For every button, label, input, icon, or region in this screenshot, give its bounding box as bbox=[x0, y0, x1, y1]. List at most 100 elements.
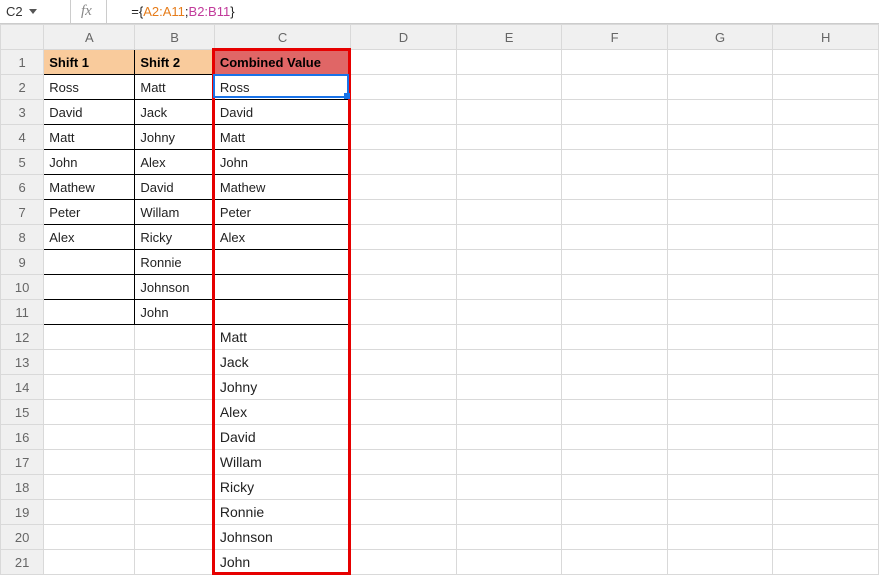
cell-B9[interactable]: Ronnie bbox=[135, 250, 214, 275]
column-header-F[interactable]: F bbox=[562, 25, 668, 50]
cell-G4[interactable] bbox=[667, 125, 773, 150]
cell-E6[interactable] bbox=[456, 175, 562, 200]
cell-F16[interactable] bbox=[562, 425, 668, 450]
cell-D5[interactable] bbox=[351, 150, 457, 175]
row-header-6[interactable]: 6 bbox=[1, 175, 44, 200]
cell-B8[interactable]: Ricky bbox=[135, 225, 214, 250]
cell-D19[interactable] bbox=[351, 500, 457, 525]
cell-B11[interactable]: John bbox=[135, 300, 214, 325]
cell-C21[interactable]: John bbox=[214, 550, 350, 575]
cell-E19[interactable] bbox=[456, 500, 562, 525]
cell-A7[interactable]: Peter bbox=[44, 200, 135, 225]
cell-G8[interactable] bbox=[667, 225, 773, 250]
cell-A14[interactable] bbox=[44, 375, 135, 400]
cell-B6[interactable]: David bbox=[135, 175, 214, 200]
row-header-2[interactable]: 2 bbox=[1, 75, 44, 100]
cell-D18[interactable] bbox=[351, 475, 457, 500]
column-header-C[interactable]: C bbox=[214, 25, 350, 50]
cell-E21[interactable] bbox=[456, 550, 562, 575]
column-header-B[interactable]: B bbox=[135, 25, 214, 50]
cell-H17[interactable] bbox=[773, 450, 879, 475]
cell-C12[interactable]: Matt bbox=[214, 325, 350, 350]
cell-E17[interactable] bbox=[456, 450, 562, 475]
cell-A9[interactable] bbox=[44, 250, 135, 275]
dropdown-arrow-icon[interactable] bbox=[29, 9, 37, 14]
cell-E4[interactable] bbox=[456, 125, 562, 150]
cell-D8[interactable] bbox=[351, 225, 457, 250]
cell-H14[interactable] bbox=[773, 375, 879, 400]
cell-B15[interactable] bbox=[135, 400, 214, 425]
cell-H5[interactable] bbox=[773, 150, 879, 175]
cell-C13[interactable]: Jack bbox=[214, 350, 350, 375]
cell-C18[interactable]: Ricky bbox=[214, 475, 350, 500]
cell-B14[interactable] bbox=[135, 375, 214, 400]
cell-F8[interactable] bbox=[562, 225, 668, 250]
cell-B16[interactable] bbox=[135, 425, 214, 450]
cell-E16[interactable] bbox=[456, 425, 562, 450]
cell-G11[interactable] bbox=[667, 300, 773, 325]
column-header-E[interactable]: E bbox=[456, 25, 562, 50]
cell-B3[interactable]: Jack bbox=[135, 100, 214, 125]
cell-H10[interactable] bbox=[773, 275, 879, 300]
cell-F4[interactable] bbox=[562, 125, 668, 150]
cell-C20[interactable]: Johnson bbox=[214, 525, 350, 550]
cell-D6[interactable] bbox=[351, 175, 457, 200]
cell-D4[interactable] bbox=[351, 125, 457, 150]
cell-G14[interactable] bbox=[667, 375, 773, 400]
column-header-A[interactable]: A bbox=[44, 25, 135, 50]
cell-H11[interactable] bbox=[773, 300, 879, 325]
cell-H4[interactable] bbox=[773, 125, 879, 150]
cell-C19[interactable]: Ronnie bbox=[214, 500, 350, 525]
cell-D7[interactable] bbox=[351, 200, 457, 225]
cell-A19[interactable] bbox=[44, 500, 135, 525]
cell-C5[interactable]: John bbox=[214, 150, 350, 175]
cell-G19[interactable] bbox=[667, 500, 773, 525]
cell-B17[interactable] bbox=[135, 450, 214, 475]
cell-H7[interactable] bbox=[773, 200, 879, 225]
row-header-10[interactable]: 10 bbox=[1, 275, 44, 300]
cell-F19[interactable] bbox=[562, 500, 668, 525]
cell-A1[interactable]: Shift 1 bbox=[44, 50, 135, 75]
cell-G5[interactable] bbox=[667, 150, 773, 175]
cell-A18[interactable] bbox=[44, 475, 135, 500]
cell-F7[interactable] bbox=[562, 200, 668, 225]
cell-C17[interactable]: Willam bbox=[214, 450, 350, 475]
cell-F14[interactable] bbox=[562, 375, 668, 400]
cell-E10[interactable] bbox=[456, 275, 562, 300]
row-header-14[interactable]: 14 bbox=[1, 375, 44, 400]
cell-D13[interactable] bbox=[351, 350, 457, 375]
row-header-20[interactable]: 20 bbox=[1, 525, 44, 550]
cell-A5[interactable]: John bbox=[44, 150, 135, 175]
cell-G2[interactable] bbox=[667, 75, 773, 100]
cell-E15[interactable] bbox=[456, 400, 562, 425]
cell-G21[interactable] bbox=[667, 550, 773, 575]
cell-E18[interactable] bbox=[456, 475, 562, 500]
cell-F12[interactable] bbox=[562, 325, 668, 350]
row-header-19[interactable]: 19 bbox=[1, 500, 44, 525]
cell-E1[interactable] bbox=[456, 50, 562, 75]
cell-F15[interactable] bbox=[562, 400, 668, 425]
cell-G17[interactable] bbox=[667, 450, 773, 475]
cell-F21[interactable] bbox=[562, 550, 668, 575]
cell-F5[interactable] bbox=[562, 150, 668, 175]
cell-E9[interactable] bbox=[456, 250, 562, 275]
cell-B10[interactable]: Johnson bbox=[135, 275, 214, 300]
cell-E5[interactable] bbox=[456, 150, 562, 175]
cell-H12[interactable] bbox=[773, 325, 879, 350]
cell-C2[interactable]: Ross bbox=[214, 75, 350, 100]
row-header-1[interactable]: 1 bbox=[1, 50, 44, 75]
cell-G15[interactable] bbox=[667, 400, 773, 425]
cell-A6[interactable]: Mathew bbox=[44, 175, 135, 200]
cell-B19[interactable] bbox=[135, 500, 214, 525]
cell-D17[interactable] bbox=[351, 450, 457, 475]
cell-A2[interactable]: Ross bbox=[44, 75, 135, 100]
cell-G20[interactable] bbox=[667, 525, 773, 550]
fx-icon[interactable]: fx bbox=[81, 3, 92, 20]
cell-D20[interactable] bbox=[351, 525, 457, 550]
cell-E14[interactable] bbox=[456, 375, 562, 400]
cell-B18[interactable] bbox=[135, 475, 214, 500]
cell-C9[interactable] bbox=[214, 250, 350, 275]
cell-A3[interactable]: David bbox=[44, 100, 135, 125]
cell-G10[interactable] bbox=[667, 275, 773, 300]
cell-A8[interactable]: Alex bbox=[44, 225, 135, 250]
